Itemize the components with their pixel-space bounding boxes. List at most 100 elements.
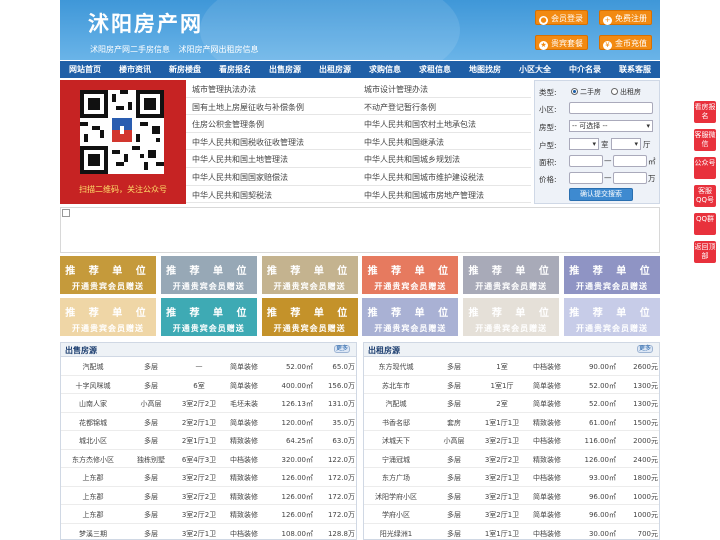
house-type-select[interactable]: -- 可选择 -- — [569, 120, 653, 132]
listing-cell: 精致装修 — [230, 492, 258, 501]
listing-row[interactable]: 东方杰修小区 独栋别墅 6室4厅3卫 中档装修 320.00㎡ 122.0万 — [61, 450, 356, 468]
nav-item[interactable]: 求租信息 — [410, 61, 460, 78]
listing-row[interactable]: 十字风咪城 多层 6室 简单装修 400.00㎡ 156.0万 — [61, 376, 356, 394]
nav-item[interactable]: 联系客服 — [610, 61, 660, 78]
listing-row[interactable]: 梦溪三期 多层 3室2厅1卫 中档装修 108.00㎡ 128.8万 — [61, 524, 356, 540]
rent-more-button[interactable]: 更多 — [637, 345, 653, 353]
radio-rental[interactable]: 出租房 — [611, 87, 641, 97]
radio-second-hand[interactable]: 二手房 — [571, 87, 601, 97]
listing-row[interactable]: 汽配城 多层 2室 简单装修 52.00㎡ 1300元 — [364, 394, 659, 413]
listing-row[interactable]: 学府小区 多层 3室2厅1卫 简单装修 96.00㎡ 1000元 — [364, 505, 659, 524]
policy-link[interactable]: 中华人民共和国土地管理法 — [192, 154, 288, 165]
listing-row[interactable]: 城北小区 多层 2室1厅1卫 精致装修 64.25㎡ 63.0万 — [61, 431, 356, 450]
policy-link[interactable]: 中华人民共和国城乡规划法 — [364, 154, 460, 165]
site-logo[interactable]: 沭阳房产网 — [88, 8, 203, 38]
tile-subtitle: 开通贵宾会员赠送 — [374, 282, 447, 291]
listing-cell: 128.8万 — [327, 529, 355, 538]
listing-cell: 2室 — [496, 400, 508, 408]
price-max-input[interactable] — [613, 172, 647, 184]
listing-row[interactable]: 苏北车市 多层 1室1厅 简单装修 52.00㎡ 1300元 — [364, 376, 659, 394]
listing-row[interactable]: 上东郡 多层 3室2厅2卫 精致装修 126.00㎡ 172.0万 — [61, 487, 356, 505]
nav-item[interactable]: 网站首页 — [60, 61, 110, 78]
policy-link[interactable]: 不动产登记暂行条例 — [364, 102, 436, 113]
policy-link[interactable]: 中华人民共和国农村土地承包法 — [364, 119, 476, 130]
sale-more-button[interactable]: 更多 — [334, 345, 350, 353]
side-button[interactable]: 返回顶部 — [694, 241, 716, 263]
listing-cell: 2室1厅1卫 — [181, 437, 217, 445]
listing-cell: 东方杰修小区 — [72, 455, 114, 464]
nav-item[interactable]: 出售房源 — [260, 61, 310, 78]
recommend-tile[interactable]: 推 荐 单 位开通贵宾会员赠送 — [261, 298, 358, 336]
policy-link[interactable]: 住房公积金管理条例 — [192, 119, 264, 130]
listing-cell: 多层 — [144, 529, 158, 538]
listing-row[interactable]: 沭阳学府小区 多层 3室2厅1卫 简单装修 96.00㎡ 1000元 — [364, 487, 659, 505]
side-button[interactable]: 客服微信 — [694, 129, 716, 151]
link-row: 中华人民共和国国家赔偿法 中华人民共和国城市维护建设税法 — [186, 168, 531, 186]
listing-row[interactable]: 沭城天下 小高层 3室2厅1卫 中档装修 116.00㎡ 2000元 — [364, 431, 659, 450]
recommend-tile[interactable]: 推 荐 单 位开通贵宾会员赠送 — [362, 256, 459, 294]
policy-link[interactable]: 中华人民共和国税收征收管理法 — [192, 137, 304, 148]
listing-row[interactable]: 上东郡 多层 3室2厅2卫 精致装修 126.00㎡ 172.0万 — [61, 505, 356, 524]
nav-item[interactable]: 小区大全 — [510, 61, 560, 78]
area-min-input[interactable] — [569, 155, 603, 167]
room-select[interactable] — [569, 138, 599, 150]
recommend-tile[interactable]: 推 荐 单 位开通贵宾会员赠送 — [564, 256, 660, 294]
coin-recharge-button[interactable]: ¥ 金币充值 — [599, 35, 652, 50]
recommend-tile[interactable]: 推 荐 单 位开通贵宾会员赠送 — [463, 298, 560, 336]
ad-banner[interactable] — [60, 207, 660, 253]
tile-title: 推 荐 单 位 — [166, 266, 252, 277]
price-min-input[interactable] — [569, 172, 603, 184]
register-button[interactable]: + 免费注册 — [599, 10, 652, 25]
nav-item[interactable]: 看房报名 — [210, 61, 260, 78]
radio-unchecked-icon — [611, 88, 618, 95]
tile-title: 推 荐 单 位 — [266, 308, 353, 319]
policy-link[interactable]: 中华人民共和国城市房地产管理法 — [364, 190, 484, 201]
listing-row[interactable]: 上东郡 多层 3室2厅2卫 精致装修 126.00㎡ 172.0万 — [61, 468, 356, 487]
nav-item[interactable]: 楼市资讯 — [110, 61, 160, 78]
policy-link[interactable]: 中华人民共和国国家赔偿法 — [192, 172, 288, 183]
recommend-tile[interactable]: 推 荐 单 位开通贵宾会员赠送 — [160, 256, 257, 294]
listing-cell: 宁涌冠城 — [382, 455, 410, 464]
policy-link[interactable]: 中华人民共和国继承法 — [364, 137, 444, 148]
listing-row[interactable]: 东方现代城 多层 1室 中档装修 90.00㎡ 2600元 — [364, 357, 659, 376]
listing-cell: 2600元 — [633, 363, 658, 371]
hall-select[interactable] — [611, 138, 641, 150]
recommend-tile[interactable]: 推 荐 单 位开通贵宾会员赠送 — [160, 298, 257, 336]
policy-link[interactable]: 城市设计管理办法 — [364, 84, 428, 95]
search-panel: 类型: 二手房 出租房 小区: 房型: -- 可选择 -- 户型: 室 厅 面积… — [534, 80, 660, 204]
area-max-input[interactable] — [613, 155, 647, 167]
recommend-tile[interactable]: 推 荐 单 位开通贵宾会员赠送 — [261, 256, 358, 294]
policy-link[interactable]: 中华人民共和国契税法 — [192, 190, 272, 201]
side-button[interactable]: 客服QQ号 — [694, 185, 716, 207]
login-button[interactable]: ● 会员登录 — [535, 10, 588, 25]
nav-item[interactable]: 地图找房 — [460, 61, 510, 78]
policy-link[interactable]: 国有土地上房屋征收与补偿条例 — [192, 102, 304, 113]
listing-cell: 中档装修 — [230, 529, 258, 538]
nav-item[interactable]: 出租房源 — [310, 61, 360, 78]
policy-link[interactable]: 中华人民共和国城市维护建设税法 — [364, 172, 484, 183]
side-button[interactable]: QQ群 — [694, 213, 716, 235]
search-submit-button[interactable]: 确认提交搜索 — [569, 188, 633, 201]
listing-row[interactable]: 东方广场 多层 3室2厅1卫 中档装修 93.00㎡ 1800元 — [364, 468, 659, 487]
nav-item[interactable]: 求购信息 — [360, 61, 410, 78]
listing-row[interactable]: 书香名邸 套房 1室1厅1卫 精致装修 61.00㎡ 1500元 — [364, 413, 659, 431]
recommend-tile[interactable]: 推 荐 单 位开通贵宾会员赠送 — [60, 256, 156, 294]
listing-row[interactable]: 山南人家 小高层 3室2厅2卫 毛坯未装 126.13㎡ 131.0万 — [61, 394, 356, 413]
recommend-tile[interactable]: 推 荐 单 位开通贵宾会员赠送 — [463, 256, 560, 294]
policy-link[interactable]: 城市管理执法办法 — [192, 84, 256, 95]
listing-cell: 61.00㎡ — [588, 418, 616, 427]
recommend-tile[interactable]: 推 荐 单 位开通贵宾会员赠送 — [362, 298, 459, 336]
listing-row[interactable]: 阳光绿洲1 多层 1室1厅1卫 中档装修 30.00㎡ 700元 — [364, 524, 659, 540]
recommend-tile[interactable]: 推 荐 单 位开通贵宾会员赠送 — [60, 298, 156, 336]
listing-row[interactable]: 汽配城 多层 — 简单装修 52.00㎡ 65.0万 — [61, 357, 356, 376]
listing-row[interactable]: 宁涌冠城 多层 3室2厅2卫 精致装修 126.00㎡ 2400元 — [364, 450, 659, 468]
listing-row[interactable]: 花都锦城 多层 2室2厅1卫 简单装修 120.00㎡ 35.0万 — [61, 413, 356, 431]
coin-icon: ¥ — [603, 41, 612, 50]
nav-item[interactable]: 中介名录 — [560, 61, 610, 78]
vip-package-button[interactable]: ★ 贵宾套餐 — [535, 35, 588, 50]
nav-item[interactable]: 新房楼盘 — [160, 61, 210, 78]
side-button[interactable]: 看房报名 — [694, 101, 716, 123]
side-button[interactable]: 公众号 — [694, 157, 716, 179]
recommend-tile[interactable]: 推 荐 单 位开通贵宾会员赠送 — [564, 298, 660, 336]
community-input[interactable] — [569, 102, 653, 114]
